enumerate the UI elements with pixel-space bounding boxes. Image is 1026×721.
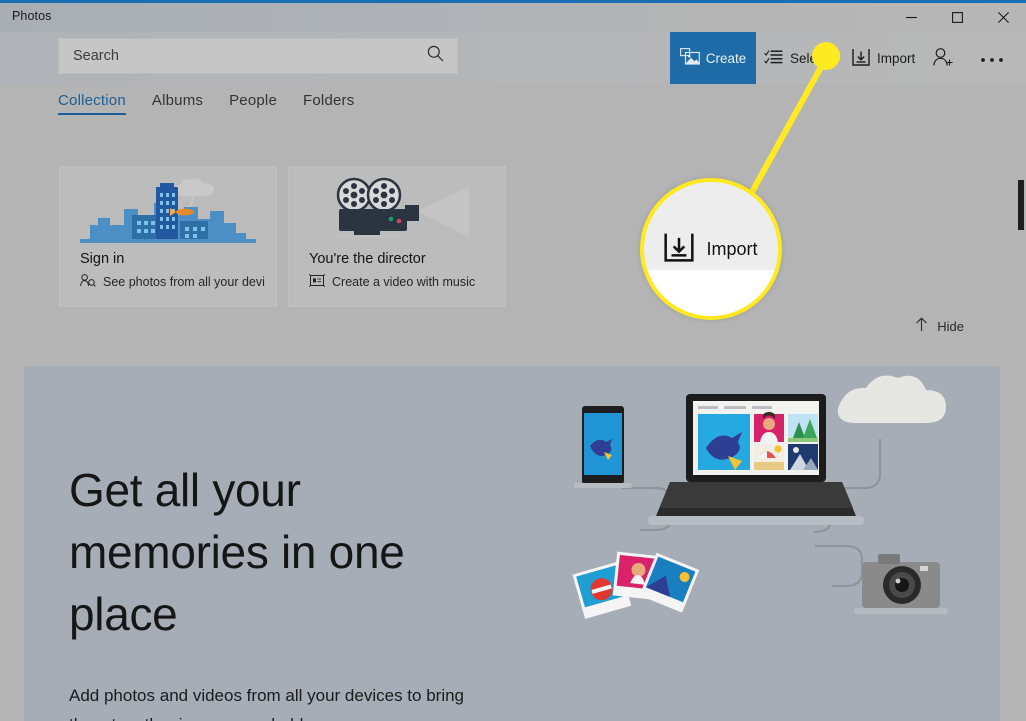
city-skyline-illustration	[60, 171, 276, 255]
tab-albums[interactable]: Albums	[152, 92, 203, 115]
more-options-button[interactable]	[980, 32, 1004, 84]
window-controls	[888, 3, 1026, 32]
tab-people[interactable]: People	[229, 92, 277, 115]
callout-lower-highlight	[644, 270, 778, 316]
card-sign-in-subtitle: See photos from all your devi	[103, 275, 265, 289]
import-tray-icon	[664, 232, 695, 267]
devices-cloud-photos-illustration	[560, 366, 1000, 721]
hide-label: Hide	[937, 318, 964, 334]
card-sign-in[interactable]: Sign in See photos from all your devi	[59, 166, 277, 307]
title-bar: Photos	[0, 3, 1026, 32]
import-callout-magnifier[interactable]: Import	[640, 178, 782, 320]
add-person-button[interactable]	[932, 32, 954, 84]
person-search-icon	[80, 274, 96, 290]
card-director-title: You're the director	[309, 251, 426, 267]
select-list-icon	[764, 49, 783, 68]
maximize-icon	[951, 12, 963, 23]
ellipsis-icon	[980, 51, 1004, 66]
tab-collection[interactable]: Collection	[58, 92, 126, 115]
callout-import-label: Import	[706, 238, 758, 259]
hide-button[interactable]: Hide	[915, 317, 964, 335]
card-director-subtitle-row: Create a video with music	[308, 273, 476, 290]
search-placeholder: Search	[73, 48, 119, 64]
close-icon	[997, 12, 1009, 23]
import-tray-icon	[852, 48, 870, 69]
app-title: Photos	[12, 9, 52, 23]
search-icon[interactable]	[427, 45, 444, 67]
vertical-scrollbar[interactable]	[1016, 84, 1026, 721]
card-sign-in-title: Sign in	[80, 251, 125, 267]
tab-folders[interactable]: Folders	[303, 92, 354, 115]
card-director-subtitle: Create a video with music	[332, 275, 476, 289]
card-sign-in-subtitle-row: See photos from all your devi	[80, 274, 265, 290]
import-button-label: Import	[877, 50, 916, 66]
movie-projector-illustration	[289, 171, 505, 255]
add-person-icon	[932, 47, 954, 70]
chevron-up-icon	[915, 317, 928, 335]
import-button[interactable]: Import	[852, 32, 915, 84]
search-box[interactable]: Search	[58, 38, 458, 74]
minimize-icon	[905, 16, 917, 19]
minimize-button[interactable]	[888, 3, 934, 32]
maximize-button[interactable]	[934, 3, 980, 32]
video-frame-icon	[308, 273, 326, 290]
hero-banner: Get all your memories in one place Add p…	[24, 366, 1000, 721]
select-button-label: Select	[790, 50, 828, 66]
select-button[interactable]: Select	[764, 32, 828, 84]
photos-app-window: Photos Search Create Select Import Colle…	[0, 0, 1026, 721]
card-youre-the-director[interactable]: You're the director Create a video with …	[288, 166, 506, 307]
hero-heading: Get all your memories in one place	[69, 464, 405, 640]
close-button[interactable]	[980, 3, 1026, 32]
nav-tabs: Collection Albums People Folders	[58, 92, 354, 115]
create-photo-icon	[679, 48, 700, 68]
scrollbar-thumb[interactable]	[1018, 180, 1024, 230]
create-button-label: Create	[705, 50, 747, 66]
hero-body-text: Add photos and videos from all your devi…	[69, 686, 465, 721]
create-button[interactable]: Create	[670, 32, 756, 84]
